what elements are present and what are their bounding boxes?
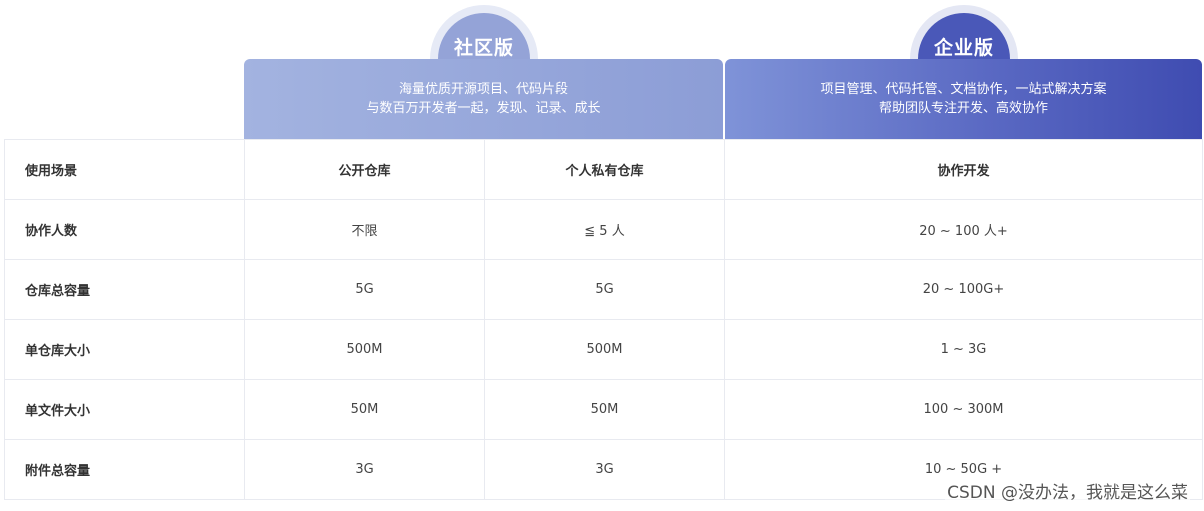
table-cell: 不限 bbox=[244, 199, 485, 260]
table-header-row: 使用场景 公开仓库 个人私有仓库 协作开发 bbox=[4, 139, 1203, 200]
header-public-repo: 公开仓库 bbox=[244, 139, 485, 200]
header-collaboration: 协作开发 bbox=[724, 139, 1203, 200]
enterprise-banner: 项目管理、代码托管、文档协作，一站式解决方案 帮助团队专注开发、高效协作 bbox=[725, 59, 1202, 139]
table-cell: 500M bbox=[244, 319, 485, 380]
table-row: 仓库总容量 5G 5G 20 ~ 100G+ bbox=[4, 259, 1203, 320]
table-cell: 500M bbox=[484, 319, 725, 380]
table-cell: 50M bbox=[484, 379, 725, 440]
community-banner: 海量优质开源项目、代码片段 与数百万开发者一起，发现、记录、成长 bbox=[244, 59, 723, 139]
table-row: 单文件大小 50M 50M 100 ~ 300M bbox=[4, 379, 1203, 440]
row-label: 单文件大小 bbox=[4, 379, 245, 440]
row-label: 仓库总容量 bbox=[4, 259, 245, 320]
table-cell: 1 ~ 3G bbox=[724, 319, 1203, 380]
plan-comparison-table: 使用场景 公开仓库 个人私有仓库 协作开发 协作人数 不限 ≦ 5 人 20 ~… bbox=[4, 139, 1203, 500]
table-cell: 3G bbox=[484, 439, 725, 500]
enterprise-desc-line1: 项目管理、代码托管、文档协作，一站式解决方案 bbox=[820, 82, 1107, 97]
table-cell: 20 ~ 100G+ bbox=[724, 259, 1203, 320]
table-cell: 100 ~ 300M bbox=[724, 379, 1203, 440]
watermark: CSDN @没办法，我就是这么菜 bbox=[945, 478, 1190, 503]
table-cell: 20 ~ 100 人+ bbox=[724, 199, 1203, 260]
row-label: 单仓库大小 bbox=[4, 319, 245, 380]
header-private-repo: 个人私有仓库 bbox=[484, 139, 725, 200]
enterprise-desc-line2: 帮助团队专注开发、高效协作 bbox=[878, 101, 1048, 116]
table-cell: 5G bbox=[244, 259, 485, 320]
table-cell: ≦ 5 人 bbox=[484, 199, 725, 260]
table-row: 单仓库大小 500M 500M 1 ~ 3G bbox=[4, 319, 1203, 380]
table-row: 协作人数 不限 ≦ 5 人 20 ~ 100 人+ bbox=[4, 199, 1203, 260]
community-desc-line2: 与数百万开发者一起，发现、记录、成长 bbox=[366, 101, 601, 116]
header-scenario: 使用场景 bbox=[4, 139, 245, 200]
table-cell: 50M bbox=[244, 379, 485, 440]
row-label: 协作人数 bbox=[4, 199, 245, 260]
community-desc-line1: 海量优质开源项目、代码片段 bbox=[398, 82, 568, 97]
table-cell: 3G bbox=[244, 439, 485, 500]
table-cell: 5G bbox=[484, 259, 725, 320]
row-label: 附件总容量 bbox=[4, 439, 245, 500]
